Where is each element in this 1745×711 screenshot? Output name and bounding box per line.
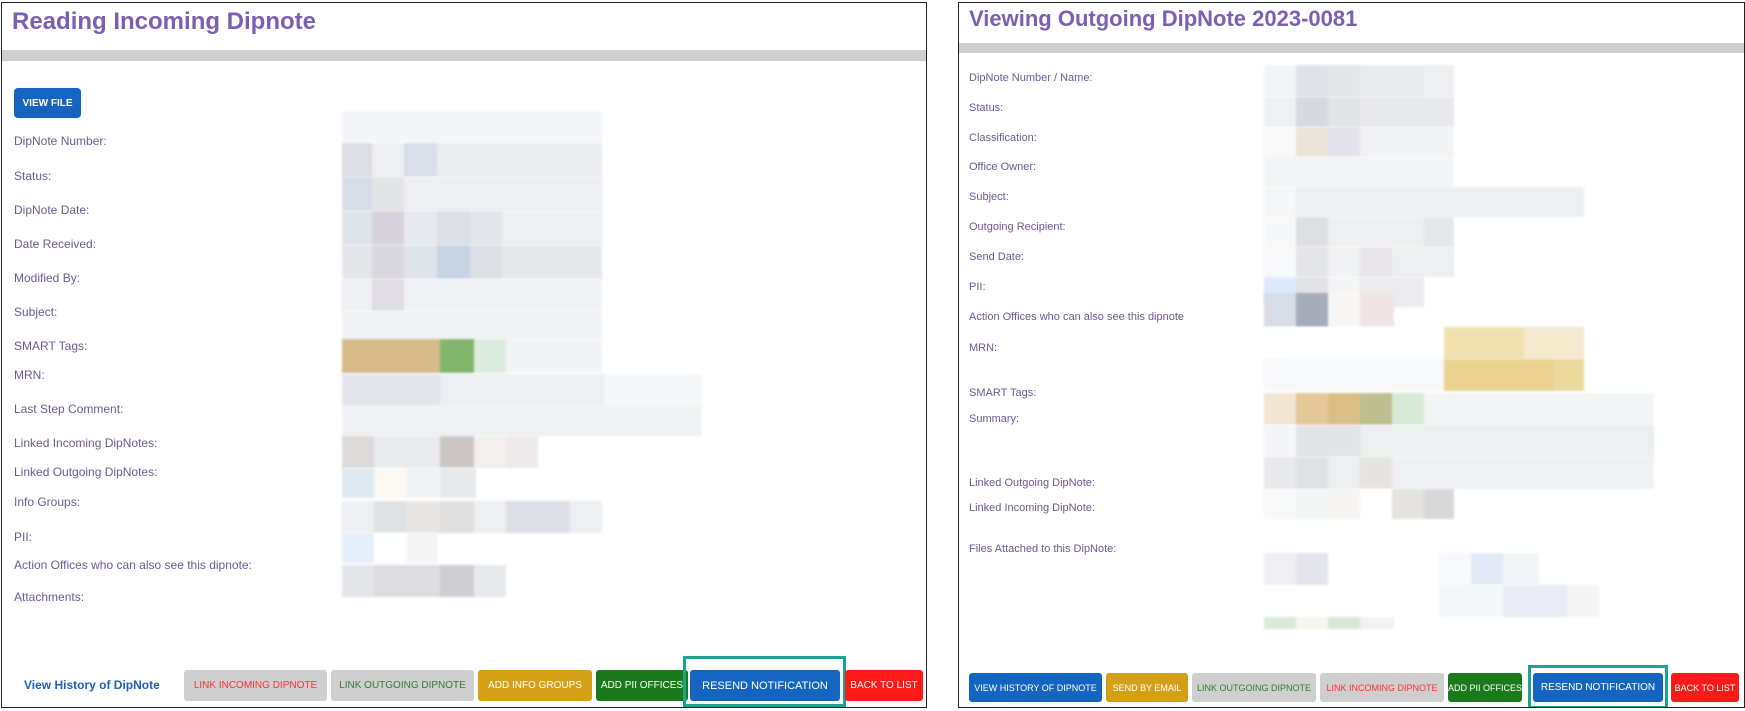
page-title: Viewing Outgoing DipNote 2023-0081: [969, 6, 1358, 31]
view-history-link[interactable]: View History of DipNote: [24, 678, 160, 692]
send-by-email-button[interactable]: SEND BY EMAIL: [1106, 673, 1188, 702]
field-label-send-date: Send Date:: [969, 251, 1025, 263]
link-outgoing-dipnote-button[interactable]: LINK OUTGOING DIPNOTE: [331, 670, 474, 701]
redacted-classification: [1264, 127, 1454, 157]
field-label-outgoing-recipient: Outgoing Recipient:: [969, 221, 1066, 233]
redacted-status: [1264, 97, 1454, 127]
redacted-date-received: [342, 245, 602, 279]
link-outgoing-dipnote-button[interactable]: LINK OUTGOING DIPNOTE: [1192, 673, 1316, 702]
link-incoming-dipnote-button[interactable]: LINK INCOMING DIPNOTE: [184, 670, 327, 701]
field-label-smart-tags: SMART Tags:: [14, 339, 88, 353]
field-label-linked-outgoing: Linked Outgoing DipNote:: [969, 477, 1095, 489]
redacted-linked-items: [1264, 489, 1454, 519]
field-label-summary: Summary:: [969, 413, 1020, 425]
back-to-list-button[interactable]: BACK TO LIST: [845, 670, 923, 701]
redacted-summary-row-1: [1264, 425, 1654, 457]
field-label-dipnote-number: DipNote Number:: [14, 134, 107, 148]
field-label-info-groups: Info Groups:: [14, 495, 81, 509]
field-label-mrn: MRN:: [14, 368, 45, 382]
redacted-file-4: [1264, 617, 1394, 629]
redacted-smart-tags: [1264, 393, 1654, 425]
redacted-mrn-row-2: [1264, 359, 1584, 391]
back-to-list-button[interactable]: BACK TO LIST: [1671, 673, 1739, 702]
field-label-last-step-comment: Last Step Comment:: [14, 402, 124, 416]
redacted-linked-outgoing: [342, 468, 476, 498]
redacted-send-date: [1264, 247, 1454, 277]
field-label-smart-tags: SMART Tags:: [969, 387, 1037, 399]
add-info-groups-button[interactable]: ADD INFO GROUPS: [478, 670, 592, 701]
field-label-action-offices: Action Offices who can also see this dip…: [969, 311, 1185, 323]
field-label-mrn: MRN:: [969, 342, 998, 354]
redacted-mrn: [342, 374, 702, 406]
redacted-smart-tags: [342, 339, 602, 373]
header-divider: [959, 43, 1744, 53]
field-label-attachments: Attachments:: [14, 590, 85, 604]
redacted-subject: [1264, 187, 1584, 217]
redacted-file-2: [1439, 553, 1539, 585]
field-label-dipnote-date: DipNote Date:: [14, 203, 90, 217]
header-divider: [2, 50, 926, 61]
field-label-status: Status:: [969, 102, 1004, 114]
field-label-pii: PII:: [969, 281, 986, 293]
field-label-pii: PII:: [14, 530, 33, 544]
redacted-last-step-comment: [342, 406, 702, 436]
redacted-modified-by: [342, 279, 602, 311]
page-title: Reading Incoming Dipnote: [12, 8, 316, 35]
incoming-dipnote-panel: Reading Incoming Dipnote VIEW FILE DipNo…: [1, 2, 927, 708]
field-label-action-offices: Action Offices who can also see this dip…: [14, 558, 252, 572]
redacted-file-3: [1439, 585, 1599, 617]
redacted-status: [342, 177, 602, 211]
field-label-subject: Subject:: [14, 305, 58, 319]
outgoing-dipnote-panel: Viewing Outgoing DipNote 2023-0081 DipNo…: [958, 2, 1745, 708]
field-label-linked-outgoing: Linked Outgoing DipNotes:: [14, 465, 158, 479]
field-label-modified-by: Modified By:: [14, 271, 81, 285]
add-pii-offices-button[interactable]: ADD PII OFFICES: [1448, 673, 1522, 702]
resend-notification-button[interactable]: RESEND NOTIFICATION: [1533, 673, 1663, 702]
field-label-linked-incoming: Linked Incoming DipNote:: [969, 502, 1095, 514]
field-label-dipnote-number-name: DipNote Number / Name:: [969, 72, 1093, 84]
field-label-office-owner: Office Owner:: [969, 161, 1037, 173]
redacted-action-offices: [1264, 293, 1394, 327]
redacted-dipnote-number: [342, 143, 602, 177]
field-label-classification: Classification:: [969, 132, 1037, 144]
redacted-summary-row-2: [1264, 457, 1654, 489]
redacted-linked-incoming: [342, 436, 538, 468]
field-label-linked-incoming: Linked Incoming DipNotes:: [14, 436, 158, 450]
redacted-action-offices: [342, 565, 506, 597]
field-label-files-attached: Files Attached to this DipNote:: [969, 543, 1117, 555]
view-file-button[interactable]: VIEW FILE: [14, 88, 81, 118]
field-label-date-received: Date Received:: [14, 237, 97, 251]
redacted-info-groups: [342, 501, 602, 533]
redacted-value-block: [342, 111, 602, 143]
redacted-file-1: [1264, 553, 1328, 585]
redacted-dipnote-number: [1264, 65, 1454, 97]
field-label-status: Status:: [14, 169, 52, 183]
view-history-button[interactable]: VIEW HISTORY OF DIPNOTE: [969, 673, 1102, 702]
link-incoming-dipnote-button[interactable]: LINK INCOMING DIPNOTE: [1320, 673, 1444, 702]
redacted-outgoing-recipient: [1264, 217, 1454, 247]
redacted-pii: [342, 533, 438, 563]
resend-notification-button[interactable]: RESEND NOTIFICATION: [690, 670, 840, 701]
field-label-subject: Subject:: [969, 191, 1009, 203]
add-pii-offices-button[interactable]: ADD PII OFFICES: [596, 670, 688, 701]
redacted-subject: [342, 311, 602, 339]
redacted-mrn-row-1: [1264, 327, 1584, 359]
redacted-dipnote-date: [342, 211, 602, 245]
redacted-office-owner: [1264, 157, 1454, 187]
